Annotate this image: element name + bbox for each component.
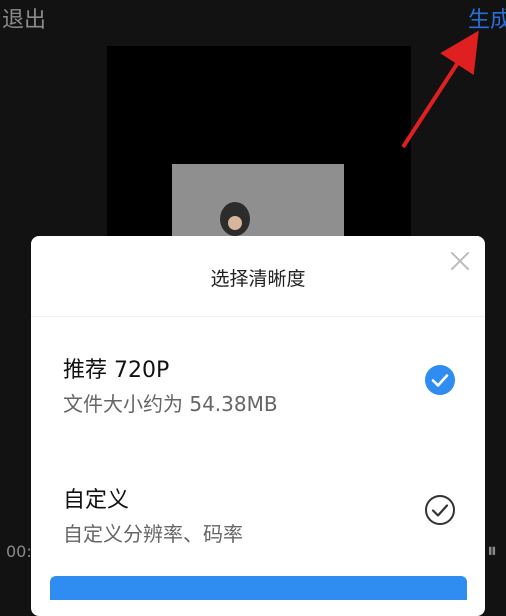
option-subtitle: 自定义分辨率、码率: [63, 522, 243, 546]
option-recommended-720p[interactable]: 推荐 720P 文件大小约为 54.38MB: [31, 336, 485, 436]
option-custom[interactable]: 自定义 自定义分辨率、码率: [31, 466, 485, 566]
generate-button[interactable]: 生成: [468, 2, 506, 34]
top-bar: 退出 生成: [0, 0, 506, 34]
confirm-button[interactable]: [50, 576, 467, 600]
check-filled-icon: [425, 365, 455, 395]
dialog-divider: [31, 316, 485, 317]
option-title: 推荐 720P: [63, 358, 170, 383]
playback-time: 00:: [6, 542, 32, 561]
exit-button[interactable]: 退出: [2, 2, 46, 34]
option-subtitle: 文件大小约为 54.38MB: [63, 392, 278, 416]
dialog-title: 选择清晰度: [210, 268, 306, 290]
pause-icon[interactable]: ⏸: [487, 538, 497, 562]
close-icon[interactable]: [447, 248, 473, 274]
resolution-dialog: 选择清晰度 推荐 720P 文件大小约为 54.38MB 自定义 自定义分辨率、…: [31, 236, 485, 616]
option-title: 自定义: [63, 488, 130, 513]
video-thumbnail: [172, 164, 344, 244]
thumbnail-avatar: [220, 202, 250, 236]
check-outline-icon: [425, 495, 455, 525]
